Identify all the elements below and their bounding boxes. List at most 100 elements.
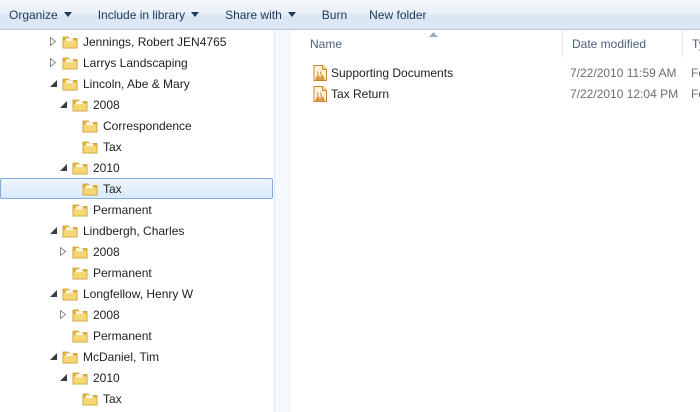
folder-icon bbox=[62, 57, 78, 69]
expand-arrow-icon[interactable] bbox=[58, 247, 68, 257]
tree-item-label: Longfellow, Henry W bbox=[83, 286, 194, 301]
command-bar: Organize Include in library Share with B… bbox=[0, 0, 700, 30]
share-with-label: Share with bbox=[225, 7, 282, 22]
collapse-arrow-icon[interactable] bbox=[58, 163, 68, 173]
tree-item[interactable]: 2010 bbox=[0, 157, 273, 178]
tree-item-label: 2010 bbox=[93, 370, 120, 385]
expand-arrow-icon[interactable] bbox=[48, 37, 58, 47]
collapse-arrow-icon[interactable] bbox=[48, 226, 58, 236]
tree-item-label: 2010 bbox=[93, 160, 120, 175]
expand-arrow-icon[interactable] bbox=[58, 310, 68, 320]
folder-icon bbox=[82, 141, 98, 153]
column-header-name[interactable]: Name bbox=[301, 30, 563, 57]
file-type: Fo bbox=[691, 86, 700, 101]
file-row[interactable]: Supporting Documents 7/22/2010 11:59 AM … bbox=[291, 62, 700, 83]
file-date: 7/22/2010 12:04 PM bbox=[570, 86, 679, 101]
tree-item[interactable]: Lindbergh, Charles bbox=[0, 220, 273, 241]
column-date-label: Date modified bbox=[572, 36, 647, 51]
tree-item[interactable]: 2008 bbox=[0, 241, 273, 262]
folder-icon bbox=[62, 288, 78, 300]
tree-item-label: Tax bbox=[103, 391, 122, 406]
tree-item-label: Lincoln, Abe & Mary bbox=[83, 76, 190, 91]
folder-icon bbox=[62, 225, 78, 237]
new-folder-button[interactable]: New folder bbox=[360, 0, 435, 30]
file-date: 7/22/2010 11:59 AM bbox=[570, 65, 677, 80]
tree-item-label: 2008 bbox=[93, 97, 120, 112]
pane-splitter[interactable] bbox=[274, 30, 292, 412]
folder-icon bbox=[72, 246, 88, 258]
tree-item[interactable]: Lincoln, Abe & Mary bbox=[0, 73, 273, 94]
tree-item[interactable]: Tax bbox=[0, 388, 273, 409]
folder-icon bbox=[72, 330, 88, 342]
chevron-down-icon bbox=[191, 12, 200, 17]
tree-item-label: Tax bbox=[103, 181, 122, 196]
folder-icon bbox=[62, 351, 78, 363]
folder-icon bbox=[72, 267, 88, 279]
chevron-down-icon bbox=[63, 12, 72, 17]
folder-icon bbox=[62, 78, 78, 90]
file-list: Name Date modified Ty Supporting Documen… bbox=[291, 30, 700, 412]
collapse-arrow-icon[interactable] bbox=[48, 352, 58, 362]
tree-item-label: Permanent bbox=[93, 265, 152, 280]
sort-up-icon bbox=[429, 32, 438, 37]
share-with-button[interactable]: Share with bbox=[216, 0, 305, 30]
tree-item-label: Permanent bbox=[93, 202, 152, 217]
folder-icon bbox=[82, 183, 98, 195]
organize-label: Organize bbox=[9, 7, 58, 22]
chevron-down-icon bbox=[287, 12, 296, 17]
folder-icon bbox=[82, 120, 98, 132]
tree-item[interactable]: 2010 bbox=[0, 367, 273, 388]
tree-item-label: 2008 bbox=[93, 307, 120, 322]
tree-item[interactable]: 2008 bbox=[0, 94, 273, 115]
tree-item[interactable]: 2008 bbox=[0, 304, 273, 325]
tree-item[interactable]: Larrys Landscaping bbox=[0, 52, 273, 73]
expand-arrow-icon[interactable] bbox=[48, 58, 58, 68]
collapse-arrow-icon[interactable] bbox=[48, 289, 58, 299]
tree-item[interactable]: Jennings, Robert JEN4765 bbox=[0, 31, 273, 52]
navigation-pane[interactable]: Jennings, Robert JEN4765 Larrys Landscapi… bbox=[0, 30, 275, 412]
include-in-library-label: Include in library bbox=[97, 7, 186, 22]
tree-item-label: Lindbergh, Charles bbox=[83, 223, 185, 238]
tree-item[interactable]: Correspondence bbox=[0, 115, 273, 136]
collapse-arrow-icon[interactable] bbox=[48, 79, 58, 89]
file-row[interactable]: Tax Return 7/22/2010 12:04 PM Fo bbox=[291, 83, 700, 104]
tree-item[interactable]: Permanent bbox=[0, 262, 273, 283]
file-name: Supporting Documents bbox=[331, 65, 454, 80]
burn-label: Burn bbox=[321, 7, 348, 22]
tree-item-selected[interactable]: Tax bbox=[0, 178, 273, 199]
tree-item-label: Permanent bbox=[93, 328, 152, 343]
include-in-library-button[interactable]: Include in library bbox=[89, 0, 208, 30]
tree-item[interactable]: Permanent bbox=[0, 325, 273, 346]
tree-item-label: Larrys Landscaping bbox=[83, 55, 188, 70]
pdf-file-icon bbox=[313, 64, 327, 81]
new-folder-label: New folder bbox=[369, 7, 427, 22]
tree-item[interactable]: Tax bbox=[0, 136, 273, 157]
collapse-arrow-icon[interactable] bbox=[58, 100, 68, 110]
column-header-date-modified[interactable]: Date modified bbox=[563, 30, 683, 57]
collapse-arrow-icon[interactable] bbox=[58, 373, 68, 383]
tree-item-label: 2008 bbox=[93, 244, 120, 259]
file-name: Tax Return bbox=[331, 86, 390, 101]
column-header-type[interactable]: Ty bbox=[683, 30, 700, 57]
folder-icon bbox=[72, 99, 88, 111]
folder-icon bbox=[82, 393, 98, 405]
tree-item-label: Tax bbox=[103, 139, 122, 154]
tree-item[interactable]: McDaniel, Tim bbox=[0, 346, 273, 367]
burn-button[interactable]: Burn bbox=[313, 0, 356, 30]
tree-item-label: Jennings, Robert JEN4765 bbox=[83, 34, 227, 49]
folder-icon bbox=[72, 204, 88, 216]
organize-button[interactable]: Organize bbox=[0, 0, 81, 30]
tree-item-label: McDaniel, Tim bbox=[83, 349, 160, 364]
tree-item[interactable]: Permanent bbox=[0, 199, 273, 220]
tree-item-label: Correspondence bbox=[103, 118, 192, 133]
folder-icon bbox=[72, 162, 88, 174]
folder-icon bbox=[62, 36, 78, 48]
tree-item[interactable]: Longfellow, Henry W bbox=[0, 283, 273, 304]
file-type: Fo bbox=[691, 65, 700, 80]
